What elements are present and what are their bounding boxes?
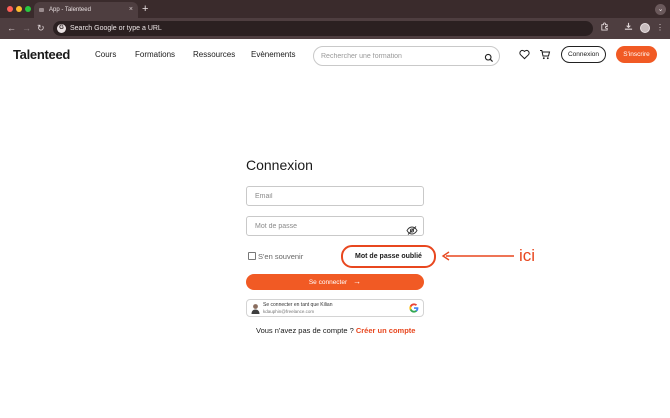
no-account-text: Vous n'avez pas de compte ? <box>256 326 354 335</box>
annotation-text: ici <box>519 246 536 265</box>
browser-tab-bar: App - Talenteed × + ⌄ <box>0 0 670 18</box>
extensions-puzzle-icon[interactable] <box>600 22 609 35</box>
password-input[interactable] <box>255 220 405 233</box>
annotation-arrow-icon <box>441 251 514 261</box>
maximize-window-button[interactable] <box>25 6 31 12</box>
course-search <box>313 46 500 66</box>
tab-favicon-icon <box>39 8 44 12</box>
nav-formations[interactable]: Formations <box>135 50 175 59</box>
email-field <box>246 186 424 206</box>
submit-label: Se connecter <box>308 279 348 286</box>
arrow-right-icon: → <box>353 277 362 286</box>
forgot-password-link[interactable]: Mot de passe oublié <box>341 245 436 268</box>
password-field <box>246 216 424 236</box>
google-icon: G <box>57 24 66 33</box>
header-login-button[interactable]: Connexion <box>561 46 606 63</box>
more-menu-icon[interactable]: ⋮ <box>656 22 664 34</box>
nav-cours[interactable]: Cours <box>95 50 116 59</box>
site-logo[interactable]: Talenteed <box>13 47 70 62</box>
google-one-tap-button[interactable]: Se connecter en tant que Kilian kdauphin… <box>246 299 424 317</box>
remember-checkbox[interactable] <box>248 252 256 260</box>
email-input[interactable] <box>255 190 405 203</box>
browser-toolbar: ← → ↻ G Search Google or type a URL ⋮ <box>0 18 670 39</box>
remember-label[interactable]: S'en souvenir <box>258 252 303 261</box>
tab-search-chevron-icon[interactable]: ⌄ <box>655 4 666 15</box>
page-title: Connexion <box>246 157 313 173</box>
search-input[interactable] <box>321 50 481 63</box>
close-window-button[interactable] <box>7 6 13 12</box>
reload-icon[interactable]: ↻ <box>37 22 45 34</box>
search-icon[interactable] <box>484 50 494 68</box>
eye-off-icon[interactable] <box>406 222 418 240</box>
forward-arrow-icon[interactable]: → <box>22 22 31 34</box>
tab-title: App - Talenteed <box>49 7 91 13</box>
signup-prompt: Vous n'avez pas de compte ? Créer un com… <box>256 326 415 335</box>
create-account-link[interactable]: Créer un compte <box>356 326 416 335</box>
new-tab-button[interactable]: + <box>142 1 148 17</box>
heart-icon[interactable] <box>519 47 530 65</box>
minimize-window-button[interactable] <box>16 6 22 12</box>
nav-evenements[interactable]: Evènements <box>251 50 295 59</box>
download-icon[interactable] <box>624 22 633 35</box>
profile-avatar[interactable] <box>640 23 650 33</box>
google-account-email: kdauphin@freelance.com <box>263 309 315 314</box>
address-bar-placeholder: Search Google or type a URL <box>70 25 162 32</box>
user-avatar <box>251 304 260 314</box>
back-arrow-icon[interactable]: ← <box>7 22 16 34</box>
google-logo-icon <box>409 303 419 313</box>
nav-ressources[interactable]: Ressources <box>193 50 235 59</box>
google-account-name: Se connecter en tant que Kilian <box>263 302 333 308</box>
browser-tab[interactable]: App - Talenteed × <box>34 2 138 18</box>
tab-close-icon[interactable]: × <box>129 2 133 18</box>
address-bar[interactable]: G Search Google or type a URL <box>53 21 593 36</box>
cart-icon[interactable] <box>539 47 551 65</box>
submit-login-button[interactable]: Se connecter → <box>246 274 424 290</box>
header-signup-button[interactable]: S'inscrire <box>616 46 657 63</box>
